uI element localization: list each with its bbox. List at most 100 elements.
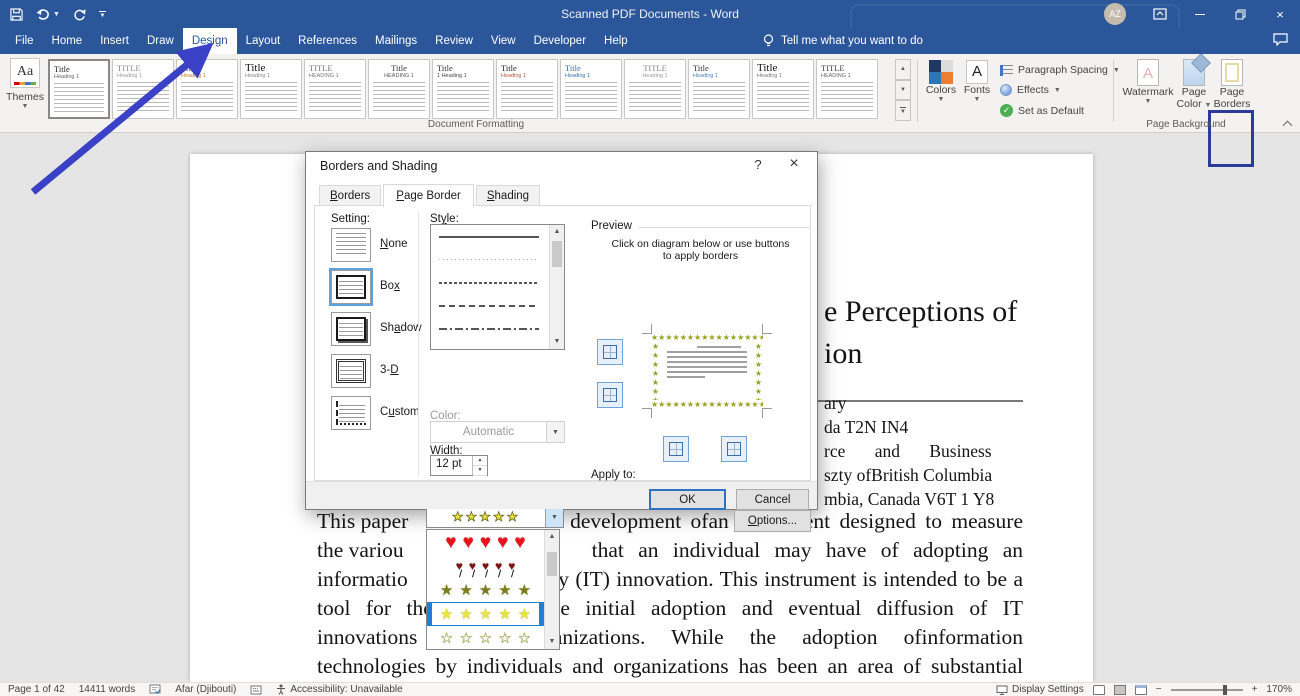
tab-help[interactable]: Help	[595, 28, 637, 54]
zoom-slider-thumb[interactable]	[1223, 685, 1227, 695]
scroll-up-icon[interactable]: ▲	[545, 530, 559, 544]
style-set-thumbnail[interactable]: TitleHEADING 1	[368, 59, 430, 119]
art-option-heart-balloons[interactable]: ♥♥♥♥♥	[427, 554, 544, 578]
word-count[interactable]: 14411 words	[79, 684, 136, 695]
art-option-olive-stars[interactable]: ★★★★★	[427, 578, 544, 602]
dialog-tab-page-border[interactable]: Page Border	[383, 184, 474, 208]
tab-view[interactable]: View	[482, 28, 525, 54]
page-indicator[interactable]: Page 1 of 42	[8, 684, 65, 695]
zoom-out-button[interactable]: −	[1156, 684, 1162, 695]
style-listbox[interactable]: ▲ ▼	[430, 224, 565, 350]
left-border-toggle-button[interactable]	[663, 436, 689, 462]
color-dropdown[interactable]: Automatic ▼	[430, 421, 565, 443]
art-option-yellow-stars[interactable]: ★★★★★	[427, 602, 544, 626]
page-color-button[interactable]: Page Color ▼	[1176, 59, 1212, 110]
scroll-down-icon[interactable]: ▼	[545, 635, 559, 649]
style-set-thumbnail[interactable]: TitleHeading 1	[752, 59, 814, 119]
bottom-border-toggle-button[interactable]	[597, 382, 623, 408]
style-set-thumbnail[interactable]: Title1 Heading 1	[432, 59, 494, 119]
tab-references[interactable]: References	[289, 28, 366, 54]
keyboard-icon[interactable]	[250, 685, 262, 695]
art-option-red-hearts[interactable]: ♥♥♥♥♥	[427, 530, 544, 554]
print-layout-icon[interactable]	[1114, 685, 1126, 695]
tab-review[interactable]: Review	[426, 28, 482, 54]
style-set-thumbnail[interactable]: TitleHeading 1	[560, 59, 622, 119]
style-set-thumbnail[interactable]: TitleHeading 1	[496, 59, 558, 119]
chevron-down-icon[interactable]: ▼	[546, 422, 564, 442]
style-set-thumbnail[interactable]: TitleHeading 1	[688, 59, 750, 119]
gallery-down-icon[interactable]: ▼	[895, 80, 911, 101]
colors-button[interactable]: Colors ▼	[922, 60, 960, 103]
preview-diagram[interactable]: ★★★★★★★★★★★★★★★★★★ ★★★★★★★★★★★★★★★★★★ ★★…	[651, 333, 763, 409]
scroll-down-icon[interactable]: ▼	[550, 335, 564, 349]
tab-draw[interactable]: Draw	[138, 28, 183, 54]
page-borders-button[interactable]: Page Borders	[1212, 59, 1252, 110]
style-set-thumbnail[interactable]: TITLEHEADING 1	[304, 59, 366, 119]
tab-layout[interactable]: Layout	[237, 28, 290, 54]
tab-mailings[interactable]: Mailings	[366, 28, 426, 54]
top-border-toggle-button[interactable]	[597, 339, 623, 365]
line-style-densedash	[439, 282, 539, 284]
themes-button[interactable]: Aa Themes ▼	[5, 58, 45, 124]
width-spinner[interactable]: 12 pt ▲▼	[430, 455, 488, 476]
style-set-thumbnail[interactable]: TITLEHeading 1	[112, 59, 174, 119]
style-set-thumbnail[interactable]: TitleHeading 1	[240, 59, 302, 119]
dialog-close-button[interactable]: ×	[779, 155, 809, 173]
restore-button[interactable]	[1220, 0, 1260, 28]
line-style-option-dash[interactable]	[431, 294, 564, 317]
style-set-thumbnail[interactable]: TitleHeading 1	[176, 59, 238, 119]
style-set-thumbnail[interactable]: TITLEHeading 1	[624, 59, 686, 119]
accessibility-status[interactable]: Accessibility: Unavailable	[276, 684, 402, 695]
line-style-option-dashdot[interactable]	[431, 317, 564, 340]
dialog-tab-shading[interactable]: Shading	[476, 185, 540, 207]
line-style-option-densedash[interactable]	[431, 271, 564, 294]
close-button[interactable]: ×	[1260, 0, 1300, 28]
paragraph-spacing-button[interactable]: Paragraph Spacing ▼	[1000, 64, 1120, 76]
watermark-button[interactable]: Watermark ▼	[1120, 59, 1176, 105]
art-list-scrollbar[interactable]: ▲ ▼	[544, 530, 559, 649]
proofing-icon[interactable]	[149, 684, 161, 695]
comments-icon[interactable]	[1273, 33, 1288, 51]
options-button[interactable]: Options...	[734, 510, 811, 532]
ribbon-display-options-icon[interactable]	[1140, 0, 1180, 28]
scroll-up-icon[interactable]: ▲	[550, 225, 564, 239]
tab-insert[interactable]: Insert	[91, 28, 138, 54]
avatar[interactable]: AZ	[1104, 3, 1126, 25]
chevron-down-icon[interactable]: ▼	[545, 507, 563, 527]
tab-home[interactable]: Home	[43, 28, 92, 54]
spinner-buttons[interactable]: ▲▼	[472, 456, 487, 475]
tab-design[interactable]: Design	[183, 28, 237, 54]
tab-developer[interactable]: Developer	[525, 28, 595, 54]
tab-file[interactable]: File	[6, 28, 43, 54]
gallery-more-icon[interactable]: ▼	[895, 100, 911, 121]
set-as-default-button[interactable]: ✓ Set as Default	[1000, 104, 1084, 117]
right-border-toggle-button[interactable]	[721, 436, 747, 462]
effects-button[interactable]: Effects ▼	[1000, 84, 1061, 96]
language-indicator[interactable]: Afar (Djibouti)	[175, 684, 236, 695]
style-set-thumbnail[interactable]: TITLEHEADING 1	[816, 59, 878, 119]
dialog-tab-borders[interactable]: Borders	[319, 185, 381, 207]
setting-option-3d[interactable]: 3-D	[331, 354, 461, 396]
gallery-up-icon[interactable]: ▲	[895, 59, 911, 80]
fonts-button[interactable]: A Fonts ▼	[960, 60, 994, 103]
minimize-button[interactable]	[1180, 0, 1220, 28]
zoom-slider[interactable]	[1171, 689, 1243, 691]
collapse-ribbon-icon[interactable]	[1284, 119, 1292, 127]
line-style-option-dot[interactable]	[431, 248, 564, 271]
tell-me-box[interactable]: Tell me what you want to do	[763, 28, 923, 54]
cancel-button[interactable]: Cancel	[736, 489, 809, 510]
zoom-level[interactable]: 170%	[1266, 684, 1292, 695]
art-dropdown[interactable]: ★★★★★ ▼	[426, 506, 564, 528]
scrollbar-thumb[interactable]	[547, 552, 557, 576]
style-scrollbar[interactable]: ▲ ▼	[549, 225, 564, 349]
scrollbar-thumb[interactable]	[552, 241, 562, 267]
zoom-in-button[interactable]: +	[1252, 684, 1258, 695]
art-option-outline-stars[interactable]: ☆☆☆☆☆	[427, 626, 544, 650]
read-mode-icon[interactable]	[1093, 685, 1105, 695]
dialog-help-button[interactable]: ?	[745, 157, 771, 172]
display-settings-button[interactable]: Display Settings	[996, 684, 1084, 695]
ok-button[interactable]: OK	[649, 489, 726, 510]
web-layout-icon[interactable]	[1135, 685, 1147, 695]
style-set-thumbnail[interactable]: TitleHeading 1	[48, 59, 110, 119]
line-style-option-solid[interactable]	[431, 225, 564, 248]
